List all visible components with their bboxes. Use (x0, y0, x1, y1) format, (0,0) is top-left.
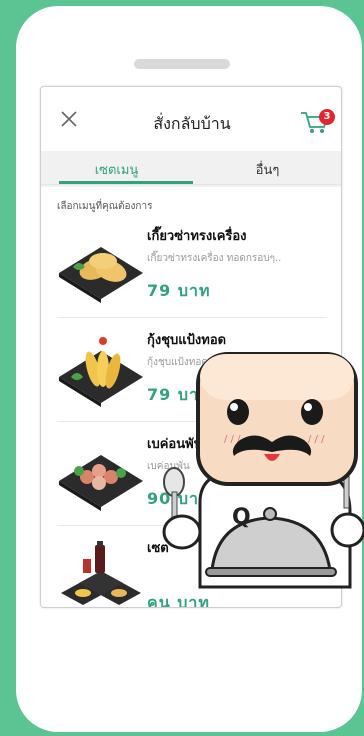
fried-shrimp-image (59, 337, 143, 407)
menu-prompt: เลือกเมนูที่คุณต้องการ (57, 201, 153, 212)
page-title: สั่งกลับบ้าน (153, 114, 231, 133)
tab-others[interactable]: อื่นๆ (192, 159, 341, 180)
svg-text:Q: Q (232, 505, 251, 530)
svg-text:/ / /: / / / (308, 434, 325, 445)
chef-mascot-illustration: Q / / / / / / (162, 352, 364, 589)
item-description: เกี๊ยวซ่าทรงเครื่อง ทอดกรอบๆ.. (147, 253, 282, 264)
app-header: สั่งกลับบ้าน 3 (41, 87, 341, 151)
item-price: 79 บาท (147, 281, 211, 300)
phone-speaker (134, 59, 230, 69)
set-meal-image (61, 541, 141, 605)
gyoza-image (59, 247, 143, 303)
menu-item[interactable]: เกี๊ยวซ่าทรงเครื่อง เกี๊ยวซ่าทรงเครื่อง … (41, 215, 341, 319)
item-name: เกี๊ยวซ่าทรงเครื่อง (147, 229, 247, 244)
bacon-wrap-image (59, 455, 143, 511)
tab-divider (41, 184, 341, 185)
item-name: กุ้งชุบแป้งทอด (147, 333, 227, 348)
item-divider (57, 317, 327, 318)
tab-set-menu[interactable]: เซตเมนู (41, 159, 192, 180)
cart-count-badge: 3 (319, 109, 335, 125)
